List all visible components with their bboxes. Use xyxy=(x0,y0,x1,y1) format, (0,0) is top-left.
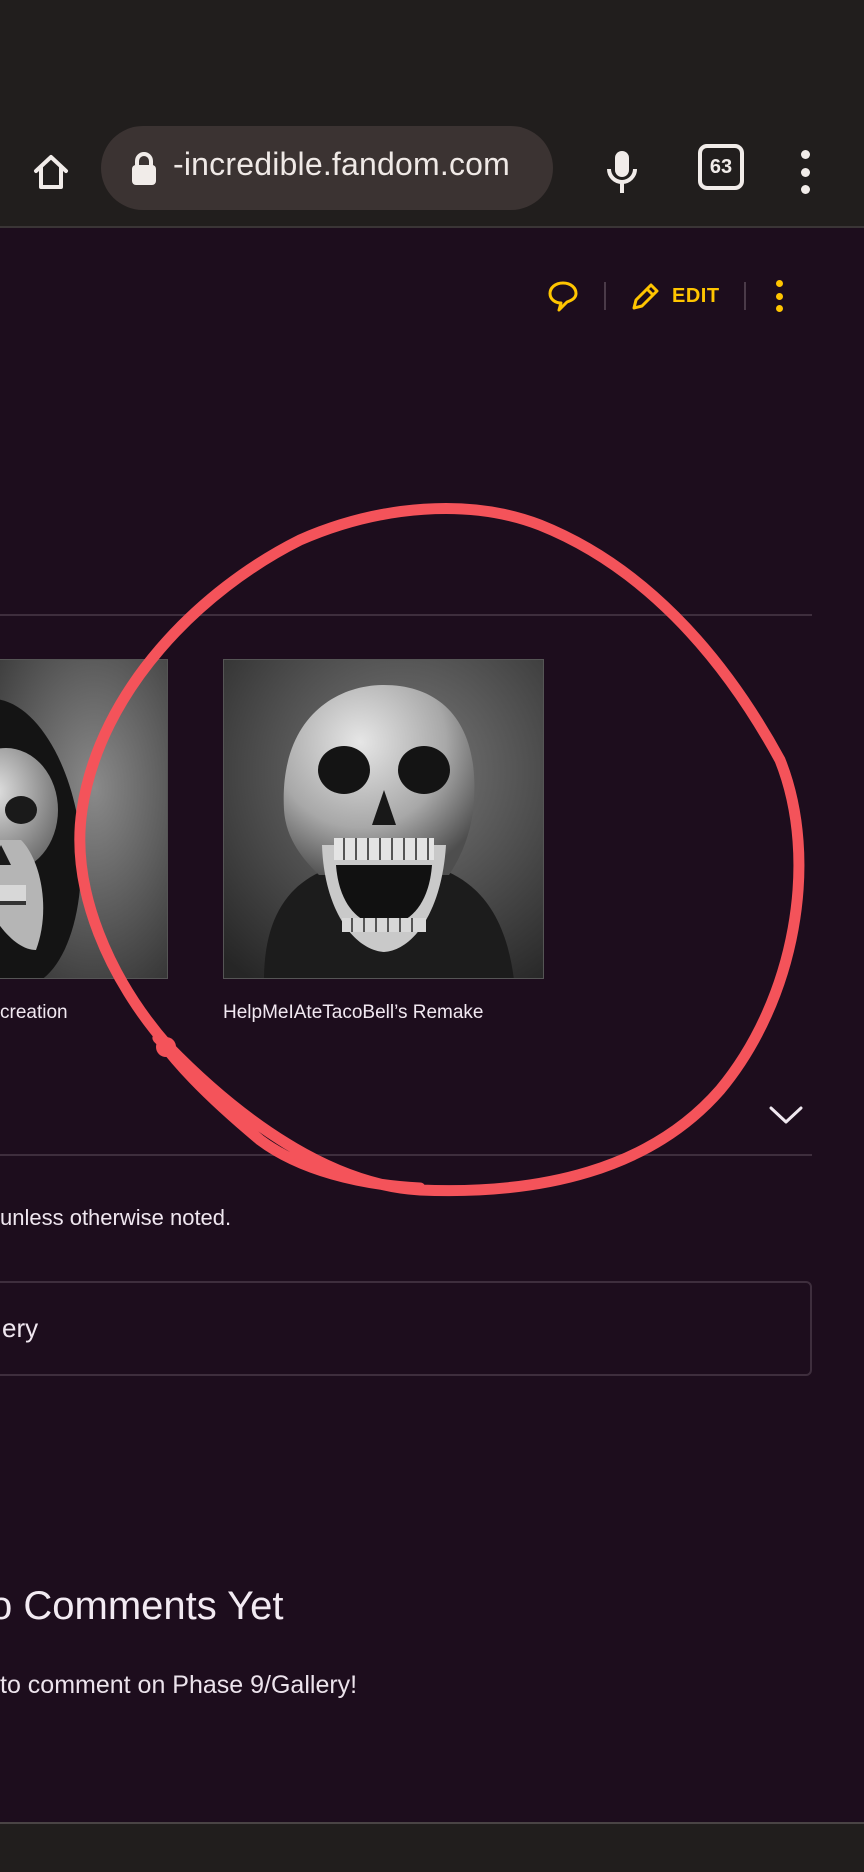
category-label: ery xyxy=(2,1313,39,1343)
gallery-thumbnail[interactable] xyxy=(223,659,544,979)
url-text: -incredible.fandom.com xyxy=(173,146,510,182)
edit-button[interactable]: EDIT xyxy=(630,280,720,312)
browser-toolbar: -incredible.fandom.com 63 xyxy=(0,120,864,228)
chevron-down-icon xyxy=(769,1106,803,1124)
comment-icon xyxy=(548,281,578,312)
action-separator xyxy=(743,282,746,310)
pencil-icon xyxy=(632,283,659,310)
comments-prompt: to comment on Phase 9/Gallery! xyxy=(0,1671,358,1699)
license-text: unless otherwise noted. xyxy=(0,1205,232,1230)
home-button[interactable] xyxy=(26,146,76,198)
gallery-caption[interactable]: creation xyxy=(0,1002,68,1024)
skull-image xyxy=(0,660,167,978)
gallery-caption[interactable]: HelpMeIAteTacoBell’s Remake xyxy=(223,1002,484,1024)
gallery-top-divider xyxy=(0,614,812,616)
menu-dot xyxy=(800,150,810,159)
kebab-dot xyxy=(776,292,784,300)
system-navigation-bar xyxy=(0,1824,864,1872)
expand-button[interactable] xyxy=(766,1097,806,1133)
action-separator xyxy=(604,282,606,310)
skull-image xyxy=(224,660,543,978)
home-icon xyxy=(34,155,68,189)
browser-menu-button[interactable] xyxy=(792,144,818,200)
gallery-thumbnail[interactable] xyxy=(0,659,168,979)
comments-button[interactable] xyxy=(546,279,580,313)
kebab-dot xyxy=(776,305,784,312)
voice-search-button[interactable] xyxy=(598,144,646,200)
categories-box[interactable]: ery xyxy=(0,1281,812,1376)
kebab-dot xyxy=(776,280,784,287)
comments-heading: o Comments Yet xyxy=(0,1584,284,1628)
menu-dot xyxy=(800,185,810,194)
gallery-bottom-divider xyxy=(0,1154,812,1156)
edit-label: EDIT xyxy=(672,284,720,307)
page-more-options-button[interactable] xyxy=(770,278,790,314)
page-actions: EDIT xyxy=(546,276,790,316)
lock-icon xyxy=(132,152,156,185)
menu-dot xyxy=(800,167,810,177)
tab-count: 63 xyxy=(709,155,733,178)
status-bar xyxy=(0,0,864,120)
microphone-icon xyxy=(607,151,637,193)
tab-switcher-button[interactable]: 63 xyxy=(698,144,744,190)
address-bar[interactable]: -incredible.fandom.com xyxy=(101,126,553,210)
